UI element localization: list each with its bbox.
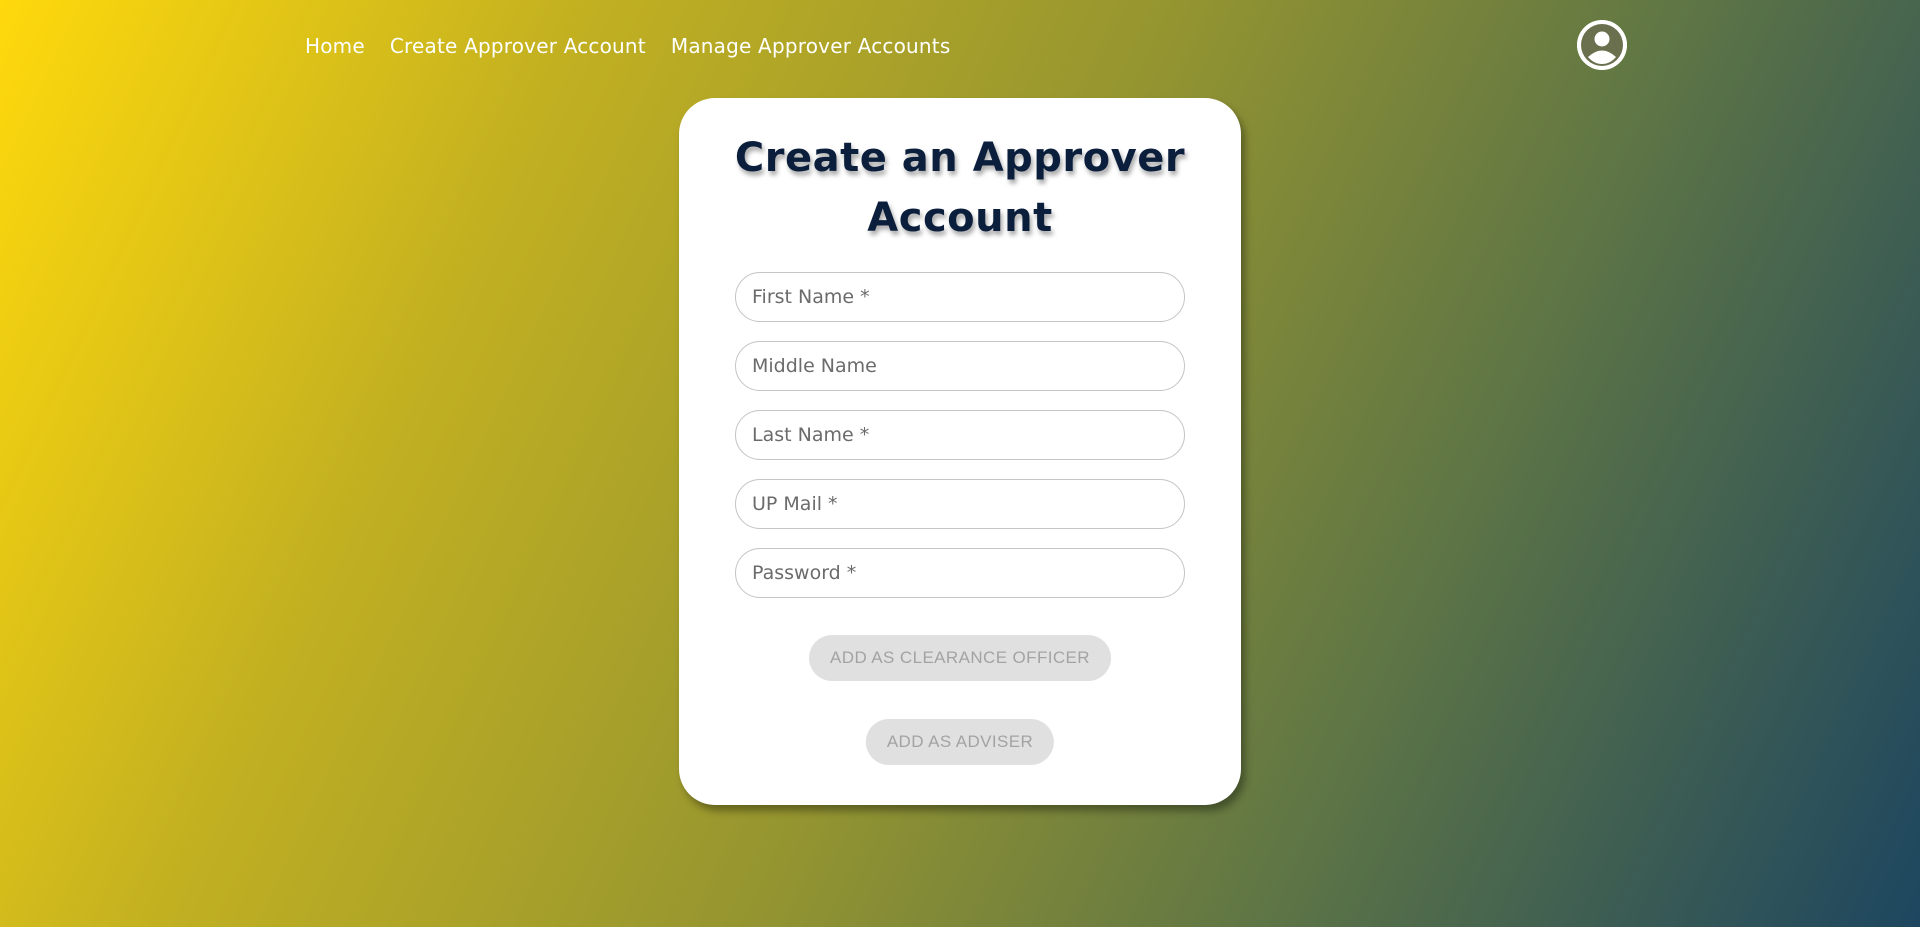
last-name-field[interactable] (735, 410, 1185, 460)
middle-name-field[interactable] (735, 341, 1185, 391)
account-circle-icon[interactable] (1577, 20, 1627, 70)
password-field[interactable] (735, 548, 1185, 598)
nav-create-approver-link[interactable]: Create Approver Account (390, 34, 646, 58)
add-adviser-button[interactable]: ADD AS ADVISER (865, 719, 1055, 765)
nav-home-link[interactable]: Home (305, 34, 365, 58)
form-fields (735, 272, 1185, 617)
create-approver-card: Create an Approver Account ADD AS CLEARA… (679, 98, 1241, 805)
nav-manage-approvers-link[interactable]: Manage Approver Accounts (671, 34, 951, 58)
top-nav: Home Create Approver Account Manage Appr… (305, 34, 950, 58)
form-title: Create an Approver Account (734, 135, 1186, 241)
add-clearance-officer-button[interactable]: ADD AS CLEARANCE OFFICER (809, 635, 1111, 681)
first-name-field[interactable] (735, 272, 1185, 322)
up-mail-field[interactable] (735, 479, 1185, 529)
